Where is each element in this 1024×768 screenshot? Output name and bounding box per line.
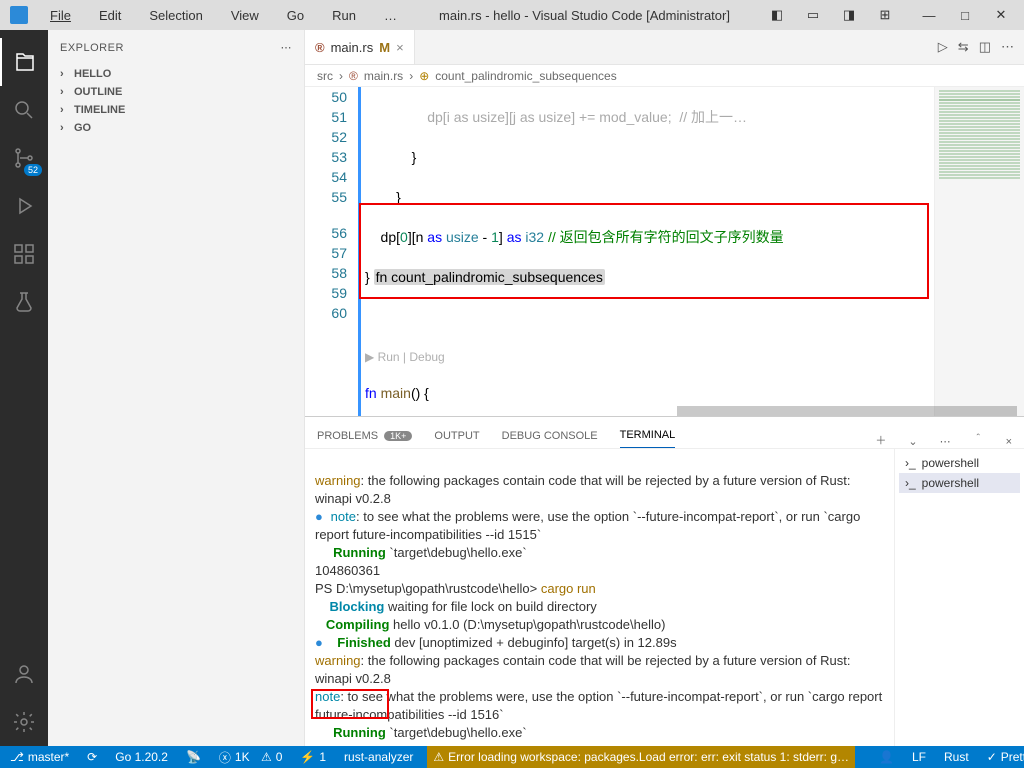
activity-extensions[interactable]	[0, 230, 48, 278]
customize-layout-icon[interactable]: ⊞	[868, 3, 902, 27]
title-bar: File Edit Selection View Go Run … main.r…	[0, 0, 1024, 30]
editor-tabs: ® main.rs M × ▷ ⇆ ◫ ⋯	[305, 30, 1024, 65]
function-icon: ⊕	[419, 69, 429, 83]
editor-more-icon[interactable]: ⋯	[1001, 39, 1014, 55]
menu-more[interactable]: …	[372, 6, 409, 25]
window-controls: ― □ ✕	[912, 3, 1018, 27]
terminal-list: ›_powershell ›_powershell	[894, 449, 1024, 746]
vscode-logo-icon	[10, 6, 28, 24]
status-live-share[interactable]: 👤	[875, 750, 898, 764]
section-timeline[interactable]: TIMELINE	[48, 101, 304, 119]
editor-actions: ▷ ⇆ ◫ ⋯	[928, 30, 1024, 64]
terminal-session[interactable]: ›_powershell	[899, 453, 1020, 473]
status-sync[interactable]: ⟳	[83, 750, 101, 764]
editor-group: ® main.rs M × ▷ ⇆ ◫ ⋯ src› ®main.rs› ⊕co…	[305, 30, 1024, 746]
split-editor-icon[interactable]: ◫	[979, 39, 991, 55]
activity-bar: 52	[0, 30, 48, 746]
terminal-session[interactable]: ›_powershell	[899, 473, 1020, 493]
menu-bar: File Edit Selection View Go Run …	[38, 6, 409, 25]
panel-maximize-icon[interactable]: ＾	[973, 432, 984, 448]
panel-tab-output[interactable]: OUTPUT	[434, 430, 479, 448]
layout-controls: ◧ ▭ ◨ ⊞	[760, 3, 902, 27]
tab-modified-badge: M	[379, 40, 390, 55]
editor-horizontal-scrollbar[interactable]	[677, 406, 934, 416]
run-icon[interactable]: ▷	[938, 39, 948, 55]
activity-settings[interactable]	[0, 698, 48, 746]
codelens-run-debug[interactable]: ▶ Run | Debug	[365, 350, 445, 364]
activity-accounts[interactable]	[0, 650, 48, 698]
status-error-message[interactable]: ⚠Error loading workspace: packages.Load …	[427, 746, 855, 768]
close-button[interactable]: ✕	[984, 3, 1018, 27]
menu-go[interactable]: Go	[275, 6, 316, 25]
scm-badge: 52	[24, 164, 42, 176]
section-go[interactable]: GO	[48, 119, 304, 137]
git-compare-icon[interactable]: ⇆	[958, 39, 969, 55]
panel-tab-terminal[interactable]: TERMINAL	[620, 429, 676, 448]
status-language[interactable]: Rust	[940, 750, 973, 764]
line-number-gutter: 5051525354555657585960	[305, 87, 355, 416]
window-title: main.rs - hello - Visual Studio Code [Ad…	[409, 8, 760, 23]
minimize-button[interactable]: ―	[912, 3, 946, 27]
menu-file[interactable]: File	[38, 6, 83, 25]
section-outline[interactable]: OUTLINE	[48, 83, 304, 101]
git-branch-icon: ⎇	[10, 750, 24, 764]
terminal[interactable]: warning: the following packages contain …	[305, 449, 894, 746]
menu-selection[interactable]: Selection	[137, 6, 214, 25]
new-terminal-icon[interactable]: ＋	[875, 432, 886, 448]
tab-label: main.rs	[331, 40, 374, 55]
breadcrumb[interactable]: src› ®main.rs› ⊕count_palindromic_subseq…	[305, 65, 1024, 87]
toggle-panel-right-icon[interactable]: ◨	[832, 3, 866, 27]
panel: PROBLEMS1K+ OUTPUT DEBUG CONSOLE TERMINA…	[305, 416, 1024, 746]
toggle-panel-bottom-icon[interactable]: ▭	[796, 3, 830, 27]
panel-tab-problems[interactable]: PROBLEMS1K+	[317, 430, 412, 448]
sync-icon: ⟳	[87, 750, 97, 764]
menu-view[interactable]: View	[219, 6, 271, 25]
code-editor[interactable]: 5051525354555657585960 dp[i as usize][j …	[305, 87, 1024, 416]
terminal-icon: ›_	[905, 456, 916, 470]
sidebar-sections: HELLO OUTLINE TIMELINE GO	[48, 65, 304, 137]
status-ports[interactable]: ⚡1	[296, 750, 330, 764]
activity-testing[interactable]	[0, 278, 48, 326]
port-icon: ⚡	[300, 750, 315, 764]
status-go-version[interactable]: Go 1.20.2	[111, 750, 172, 764]
check-icon: ✓	[987, 750, 997, 764]
status-radio-icon[interactable]: 📡	[182, 750, 205, 764]
code-content[interactable]: dp[i as usize][j as usize] += mod_value;…	[361, 87, 934, 416]
status-bar: ⎇master* ⟳ Go 1.20.2 📡 ⓧ1K ⚠0 ⚡1 rust-an…	[0, 746, 1024, 768]
warning-icon: ⚠	[261, 750, 272, 764]
panel-tab-debug-console[interactable]: DEBUG CONSOLE	[502, 430, 598, 448]
panel-close-icon[interactable]: ×	[1006, 436, 1012, 448]
terminal-icon: ›_	[905, 476, 916, 490]
tab-main-rs[interactable]: ® main.rs M ×	[305, 30, 415, 64]
rust-file-icon: ®	[315, 40, 325, 55]
maximize-button[interactable]: □	[948, 3, 982, 27]
alert-icon: ⚠	[433, 750, 444, 764]
sidebar-more-icon[interactable]: ⋯	[281, 41, 293, 54]
status-eol[interactable]: LF	[908, 750, 930, 764]
problems-badge: 1K+	[384, 431, 412, 441]
rust-file-icon: ®	[349, 69, 358, 83]
status-prettier[interactable]: ✓Prettier	[983, 750, 1024, 764]
activity-source-control[interactable]: 52	[0, 134, 48, 182]
terminal-split-dropdown-icon[interactable]: ⌄	[908, 435, 917, 448]
explorer-sidebar: EXPLORER ⋯ HELLO OUTLINE TIMELINE GO	[48, 30, 305, 746]
status-rust-analyzer[interactable]: rust-analyzer	[340, 750, 417, 764]
status-branch[interactable]: ⎇master*	[6, 750, 73, 764]
panel-more-icon[interactable]: ⋯	[940, 435, 951, 448]
activity-explorer[interactable]	[0, 38, 48, 86]
tab-close-icon[interactable]: ×	[396, 40, 404, 55]
minimap[interactable]	[934, 87, 1024, 416]
status-problems[interactable]: ⓧ1K ⚠0	[215, 749, 287, 766]
menu-run[interactable]: Run	[320, 6, 368, 25]
toggle-panel-left-icon[interactable]: ◧	[760, 3, 794, 27]
panel-tabs: PROBLEMS1K+ OUTPUT DEBUG CONSOLE TERMINA…	[305, 417, 1024, 449]
sidebar-header: EXPLORER ⋯	[48, 30, 304, 65]
error-icon: ⓧ	[219, 749, 231, 766]
activity-search[interactable]	[0, 86, 48, 134]
menu-edit[interactable]: Edit	[87, 6, 133, 25]
section-hello[interactable]: HELLO	[48, 65, 304, 83]
activity-debug[interactable]	[0, 182, 48, 230]
